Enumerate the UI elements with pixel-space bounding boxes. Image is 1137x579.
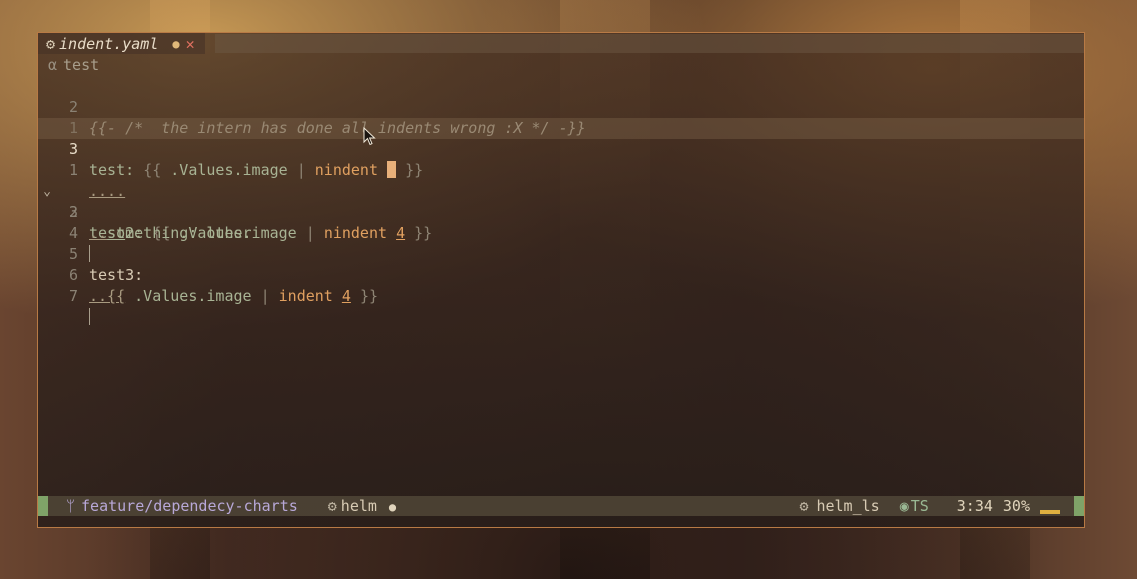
cursor-position: 3:34 xyxy=(956,497,993,515)
scroll-progress-bar xyxy=(1040,510,1060,514)
code-text xyxy=(89,307,90,328)
close-icon[interactable]: ✕ xyxy=(186,35,195,53)
code-line-current[interactable]: 3 test: {{ .Values.image | nindent }} xyxy=(38,118,1084,179)
tab-filename: indent.yaml xyxy=(59,34,159,53)
treesitter-status: ◉ TS xyxy=(899,497,929,515)
indent-guide xyxy=(89,308,90,325)
tab-indent-yaml[interactable]: ⚙ indent.yaml ● ✕ xyxy=(38,33,205,54)
editor-buffer[interactable]: 2 {{- /* the intern has done all indents… xyxy=(38,76,1084,325)
tabline: ⚙ indent.yaml ● ✕ xyxy=(38,33,1084,54)
code-text: ..{{ .Values.image | indent 4 }} xyxy=(89,287,378,305)
code-line[interactable]: 6 ..{{ .Values.image | indent 4 }} xyxy=(38,244,1084,305)
statusline-right: ⚙ helm_ls ◉ TS 3:34 30% xyxy=(799,497,1074,515)
git-branch-icon: ᛘ xyxy=(66,497,76,515)
mouse-pointer-icon xyxy=(363,127,376,146)
symbol-icon: α xyxy=(48,56,58,74)
editor-window: ⚙ indent.yaml ● ✕ α test 2 {{- /* the int… xyxy=(37,32,1085,528)
modified-indicator: ● xyxy=(388,500,397,514)
mode-indicator-right xyxy=(1074,496,1084,516)
code-line[interactable]: ⌄ 2 test2: {{ .Values.image | nindent 4 … xyxy=(38,160,1084,242)
gear-icon: ⚙ xyxy=(46,34,56,53)
gear-icon: ⚙ xyxy=(327,497,337,515)
code-line[interactable]: 1 .... xyxy=(38,139,1084,200)
treesitter-icon: ◉ xyxy=(899,497,909,515)
git-branch[interactable]: ᛘ feature/dependecy-charts xyxy=(66,497,298,515)
code-line[interactable]: 3 ..something: other xyxy=(38,181,1084,242)
gears-icon: ⚙ xyxy=(799,497,809,515)
tabline-fill xyxy=(214,34,1084,53)
code-line[interactable]: 5 test3: xyxy=(38,223,1084,284)
lsp-client[interactable]: ⚙ helm_ls xyxy=(799,497,879,515)
code-line[interactable]: 1 xyxy=(38,97,1084,137)
filetype: ⚙ helm ● xyxy=(327,497,397,515)
mode-indicator xyxy=(38,496,48,516)
line-number: 7 xyxy=(68,287,78,305)
code-line[interactable]: 7 xyxy=(38,265,1084,325)
modified-indicator: ● xyxy=(172,36,180,51)
breadcrumb: α test xyxy=(48,55,99,76)
code-line[interactable]: 2 {{- /* the intern has done all indents… xyxy=(38,76,1084,137)
breadcrumb-text: test xyxy=(63,56,100,74)
code-line[interactable]: 4 xyxy=(38,202,1084,262)
scroll-percent: 30% xyxy=(1002,497,1030,515)
statusline: ᛘ feature/dependecy-charts ⚙ helm ● ⚙ helm_l… xyxy=(38,496,1084,516)
